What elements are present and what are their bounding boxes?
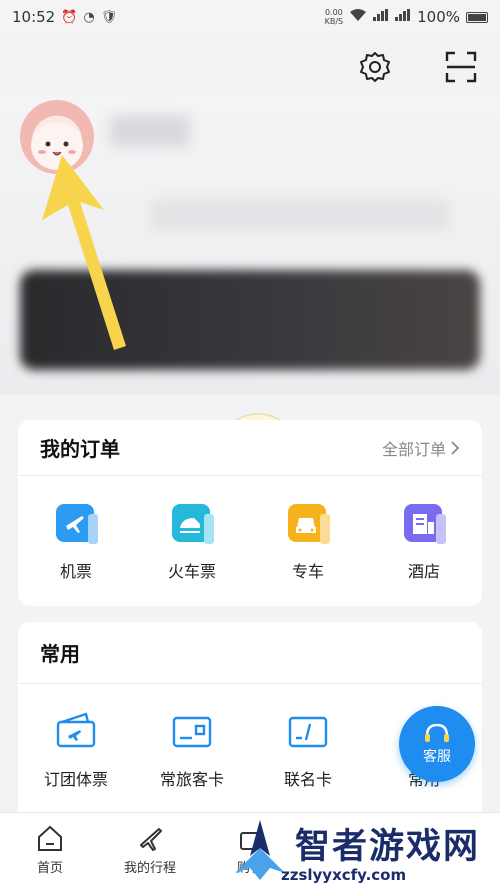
- tab-my-trips[interactable]: 我的行程: [100, 823, 200, 889]
- order-item-car[interactable]: 专车: [263, 500, 353, 582]
- common-header: 常用: [18, 622, 482, 684]
- scan-icon[interactable]: [442, 48, 480, 86]
- battery-text: 100%: [417, 8, 460, 26]
- orders-title: 我的订单: [40, 437, 120, 461]
- network-speed: 0.00 KB/S: [324, 8, 344, 26]
- qq-icon: ◔: [83, 9, 95, 25]
- top-actions: [356, 48, 480, 86]
- watermark-title: 智者游戏网: [295, 827, 481, 867]
- chevron-right-icon: [451, 440, 460, 455]
- all-orders-label: 全部订单: [381, 439, 446, 459]
- home-icon: [38, 825, 62, 851]
- customer-service-button[interactable]: 客服: [399, 706, 475, 782]
- common-item-label: 常旅客卡: [159, 770, 224, 789]
- cobrand-card-icon: [284, 708, 332, 756]
- tab-home-label: 首页: [36, 861, 63, 876]
- stats-blurred: [150, 200, 450, 230]
- status-bar: 10:52 ⏰ ◔ 🛡 0.00 KB/S 100%: [0, 0, 500, 34]
- train-ticket-icon: [168, 500, 216, 548]
- gear-icon[interactable]: [356, 48, 394, 86]
- common-item-cobrand-card[interactable]: 联名卡: [263, 708, 353, 790]
- orders-header: 我的订单 全部订单: [18, 420, 482, 476]
- battery-icon: [466, 11, 488, 23]
- frequent-flyer-card-icon: [168, 708, 216, 756]
- customer-service-label: 客服: [423, 749, 451, 765]
- status-left: 10:52 ⏰ ◔ 🛡: [12, 8, 117, 26]
- car-icon: [284, 500, 332, 548]
- shield-icon: 🛡: [100, 9, 118, 25]
- common-item-frequent-flyer[interactable]: 常旅客卡: [147, 708, 237, 790]
- status-right: 0.00 KB/S 100%: [325, 8, 488, 26]
- watermark-url: zzslyyxcfy.com: [281, 866, 407, 884]
- plane-ticket-icon: [52, 500, 100, 548]
- watermark: 智者游戏网 zzslyyxcfy.com: [225, 818, 500, 889]
- order-item-hotel[interactable]: 酒店: [379, 500, 469, 582]
- order-item-label: 火车票: [167, 562, 216, 581]
- common-item-label: 联名卡: [283, 770, 332, 789]
- order-item-label: 机票: [59, 562, 92, 581]
- common-item-group-ticket[interactable]: 订团体票: [31, 708, 121, 790]
- group-ticket-icon: [52, 708, 100, 756]
- common-title: 常用: [40, 642, 80, 666]
- hotel-icon: [400, 500, 448, 548]
- orders-grid: 机票 火车票 专车 酒店: [18, 476, 482, 582]
- signal-icon: [373, 9, 389, 25]
- wifi-icon: [349, 8, 367, 26]
- username-blurred: [110, 115, 190, 147]
- all-orders-link[interactable]: 全部订单: [382, 436, 460, 460]
- arrow-icon: [42, 155, 126, 350]
- common-item-label: 订团体票: [43, 770, 108, 789]
- order-item-label: 酒店: [407, 562, 440, 581]
- signal-4g-icon: [395, 9, 411, 25]
- order-item-flight[interactable]: 机票: [31, 500, 121, 582]
- orders-card: 我的订单 全部订单 机票 火车票 专车 酒店: [18, 420, 482, 606]
- order-item-label: 专车: [291, 562, 324, 581]
- plane-icon: [140, 828, 162, 851]
- tab-my-trips-label: 我的行程: [123, 861, 176, 876]
- tab-home[interactable]: 首页: [0, 823, 100, 889]
- clock-time: 10:52: [12, 8, 56, 26]
- headset-icon: [425, 723, 449, 742]
- order-item-train[interactable]: 火车票: [147, 500, 237, 582]
- alarm-icon: ⏰: [61, 9, 78, 25]
